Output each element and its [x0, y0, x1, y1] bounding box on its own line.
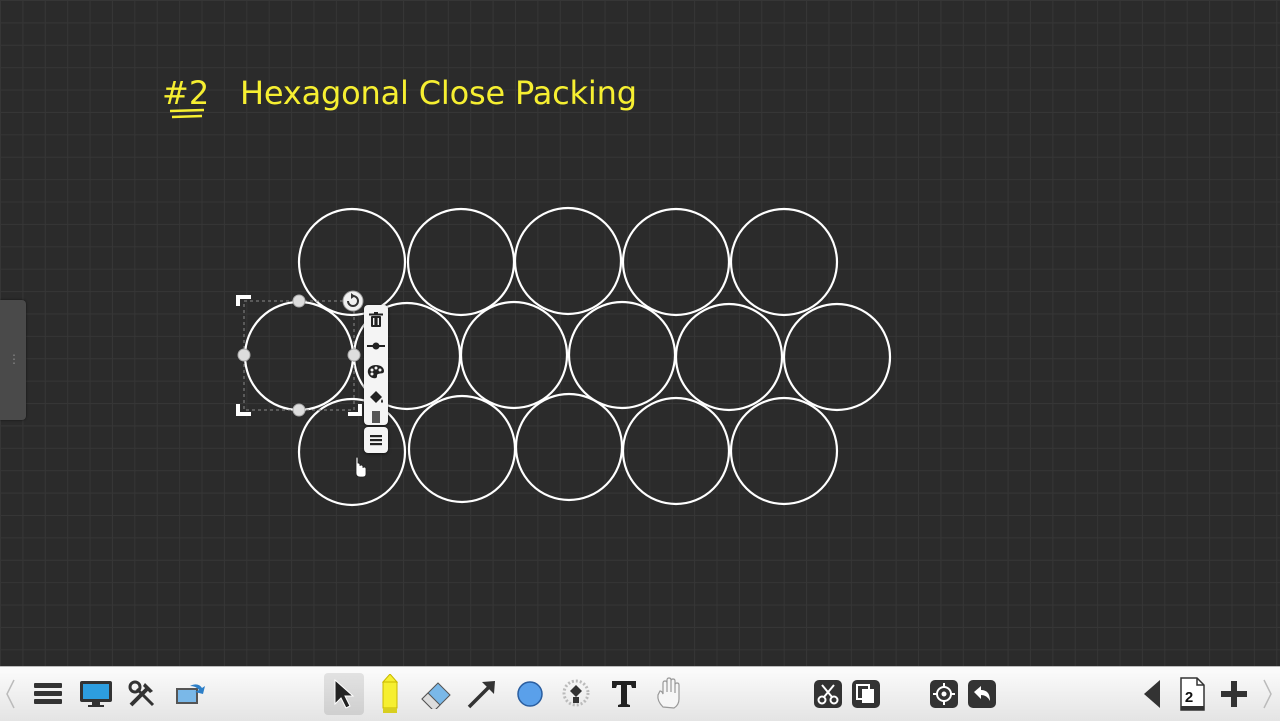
pen-icon[interactable] [370, 673, 410, 715]
title-underline-2 [171, 114, 203, 119]
duplicate-icon[interactable] [846, 673, 886, 715]
line-style-icon[interactable] [364, 333, 388, 359]
resize-handle[interactable] [292, 403, 306, 417]
page-indicator[interactable]: 2 [1172, 673, 1212, 715]
cut-icon[interactable] [808, 673, 848, 715]
scroll-left-icon[interactable] [0, 673, 20, 715]
circle[interactable] [407, 394, 517, 504]
scroll-right-icon[interactable] [1258, 673, 1278, 715]
menu-icon[interactable] [364, 427, 388, 453]
title-number: #2 [162, 74, 209, 112]
circle[interactable] [459, 300, 569, 410]
circle-group[interactable] [243, 206, 892, 507]
selected-circle[interactable] [243, 300, 355, 412]
circle[interactable] [514, 392, 624, 502]
grip-icon: ⋮ [8, 352, 20, 366]
text-icon[interactable] [604, 673, 644, 715]
target-icon[interactable] [924, 673, 964, 715]
previous-page-icon[interactable] [1132, 673, 1172, 715]
circle[interactable] [729, 396, 839, 506]
palette-icon[interactable] [364, 359, 388, 385]
rotate-handle-icon[interactable] [342, 290, 364, 312]
title-underline-1 [169, 108, 205, 113]
share-icon[interactable] [170, 673, 210, 715]
page-number: 2 [1185, 689, 1193, 706]
menu-separator [372, 411, 380, 423]
shape-circle-icon[interactable] [510, 673, 550, 715]
circle[interactable] [567, 300, 677, 410]
eraser-icon[interactable] [416, 673, 456, 715]
resize-handle[interactable] [237, 348, 251, 362]
hand-icon[interactable] [650, 673, 690, 715]
display-icon[interactable] [76, 673, 116, 715]
object-context-menu [364, 305, 388, 453]
resize-handle[interactable] [347, 348, 361, 362]
circle[interactable] [729, 207, 839, 317]
circle[interactable] [782, 302, 892, 412]
page-title: Hexagonal Close Packing [240, 74, 638, 112]
select-arrow-icon[interactable] [324, 673, 364, 715]
trash-icon[interactable] [364, 307, 388, 333]
circle[interactable] [513, 206, 623, 316]
tools-icon[interactable] [122, 673, 162, 715]
circle[interactable] [621, 207, 731, 317]
selection-frame[interactable] [236, 290, 364, 417]
circle[interactable] [406, 207, 516, 317]
fill-bucket-icon[interactable] [364, 385, 388, 411]
circle[interactable] [621, 396, 731, 506]
undo-icon[interactable] [962, 673, 1002, 715]
add-page-icon[interactable] [1214, 673, 1254, 715]
hand-cursor-icon [355, 456, 367, 478]
menu-icon[interactable] [28, 673, 68, 715]
fill-bucket-icon[interactable] [556, 673, 596, 715]
side-panel-tab[interactable]: ⋮ [0, 300, 26, 420]
line-arrow-icon[interactable] [462, 673, 502, 715]
circle[interactable] [674, 302, 784, 412]
resize-handle[interactable] [292, 294, 306, 308]
bottom-toolbar: 2 [0, 666, 1280, 721]
whiteboard-canvas[interactable]: #2 Hexagonal Close Packing [0, 0, 1280, 666]
